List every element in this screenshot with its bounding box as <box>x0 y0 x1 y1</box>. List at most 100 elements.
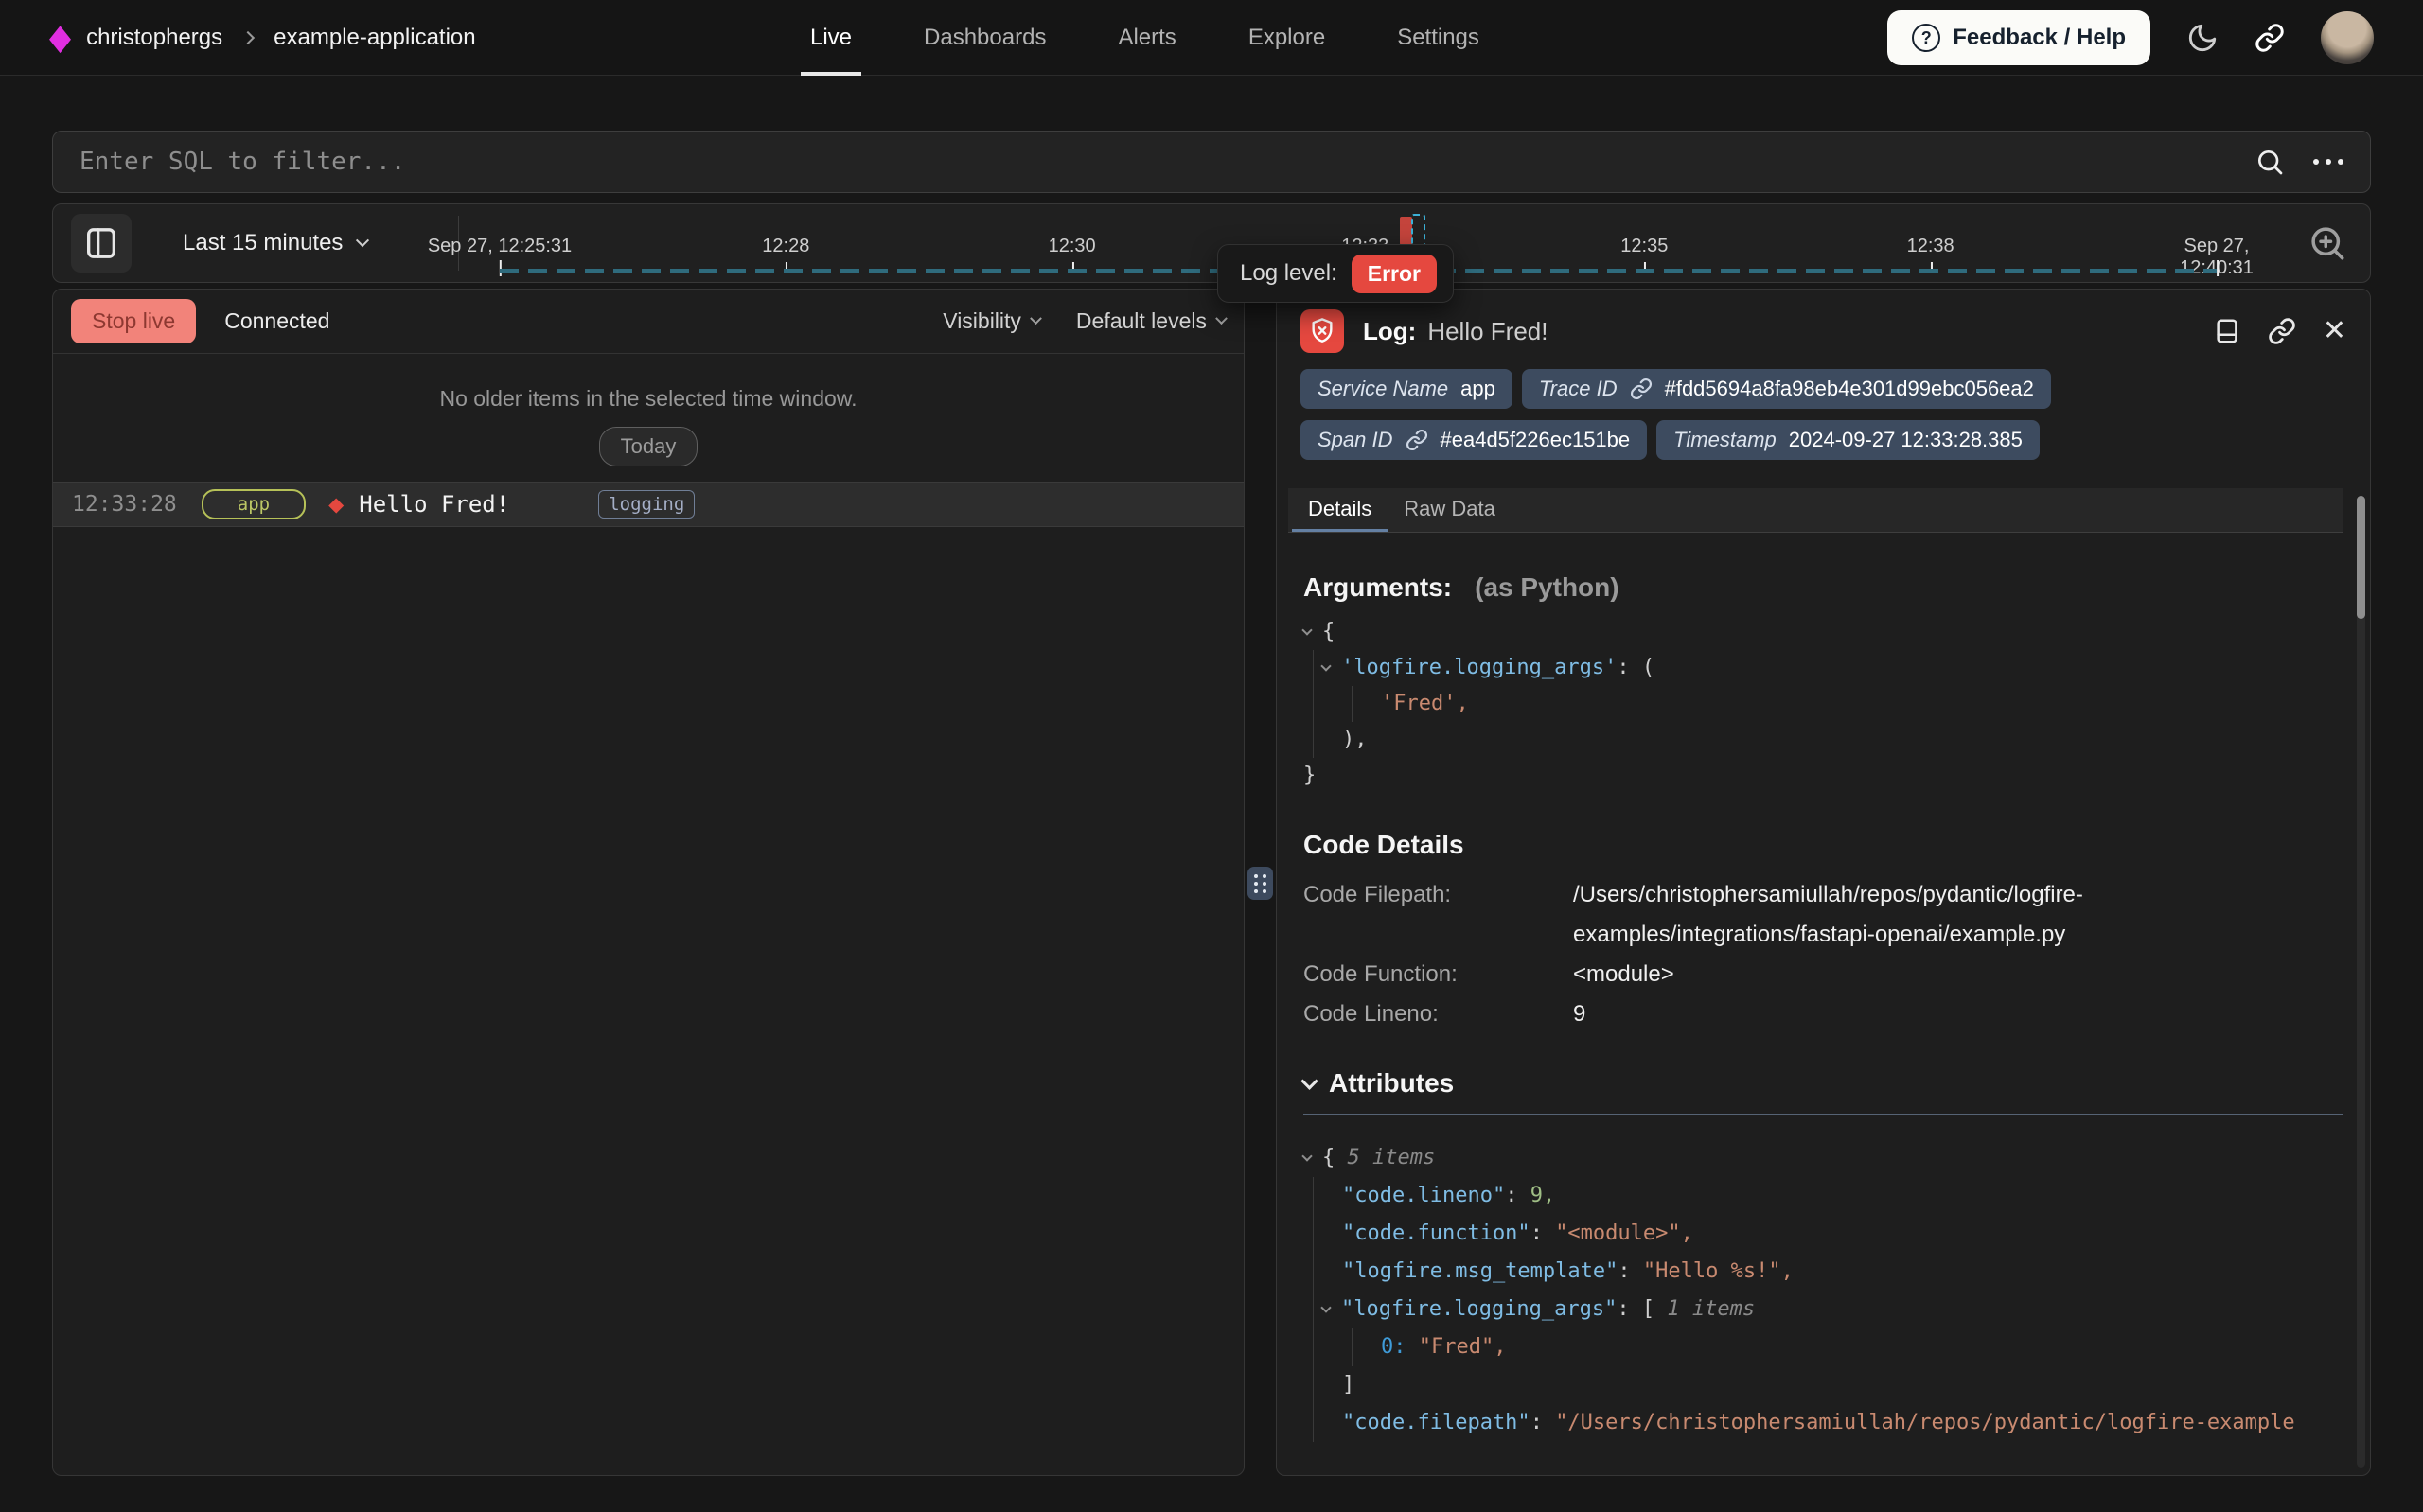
span-id-value: #ea4d5f226ec151be <box>1441 428 1631 452</box>
time-range-select[interactable]: Last 15 minutes <box>183 204 367 282</box>
tree-line: "code.filepath": "/Users/christophersami… <box>1342 1404 2343 1442</box>
nav-tab-dashboards[interactable]: Dashboards <box>914 0 1055 76</box>
sql-filter-bar <box>52 131 2371 193</box>
time-range-label: Last 15 minutes <box>183 230 343 256</box>
arguments-key: 'logfire.logging_args' <box>1341 656 1617 679</box>
tree-line[interactable]: "logfire.logging_args": [ 1 items <box>1342 1291 2343 1328</box>
attributes-heading[interactable]: Attributes <box>1303 1068 2343 1099</box>
tree-line: 'Fred', <box>1381 686 2343 722</box>
service-name-value: app <box>1460 377 1495 401</box>
visibility-dropdown[interactable]: Visibility <box>943 308 1040 334</box>
attributes-section: Attributes { 5 items "code.lineno": 9, "… <box>1303 1068 2343 1442</box>
dock-panel-button[interactable] <box>2213 316 2241 346</box>
nav-tab-live[interactable]: Live <box>801 0 861 76</box>
log-message: Hello Fred! <box>359 491 509 518</box>
tree-line: ] <box>1342 1366 2343 1404</box>
scrollbar[interactable] <box>2357 496 2365 1468</box>
item-count: 5 items <box>1348 1146 1436 1169</box>
sidebar-panel-icon <box>82 222 120 264</box>
log-row-selected[interactable]: 12:33:28 app ◆ Hello Fred! logging <box>53 482 1244 527</box>
main-nav: Live Dashboards Alerts Explore Settings <box>801 0 1489 76</box>
stop-live-button[interactable]: Stop live <box>71 299 196 343</box>
search-button[interactable] <box>2255 147 2285 177</box>
collapse-chevron-icon <box>1301 1151 1312 1161</box>
trace-id-label: Trace ID <box>1539 377 1618 401</box>
detail-title: Hello Fred! <box>1427 317 1548 346</box>
close-panel-button[interactable]: ✕ <box>2323 317 2346 345</box>
detail-title-prefix: Log: <box>1363 317 1416 346</box>
collapse-chevron-icon <box>1320 660 1331 671</box>
log-level-tooltip: Log level: Error <box>1217 244 1454 303</box>
dark-mode-toggle[interactable] <box>2186 22 2219 54</box>
copy-link-button[interactable] <box>2268 317 2296 345</box>
span-id-pill[interactable]: Span ID #ea4d5f226ec151be <box>1300 420 1647 460</box>
logging-tag[interactable]: logging <box>598 490 695 519</box>
code-filepath-value: /Users/christophersamiullah/repos/pydant… <box>1573 875 2184 955</box>
log-meta-badges: Service Name app Trace ID #fdd5694a8fa98… <box>1277 365 2370 460</box>
arguments-heading: Arguments:(as Python) <box>1303 572 2343 603</box>
log-detail-panel: Log: Hello Fred! ✕ Service Name app Trac… <box>1276 289 2371 1476</box>
code-function-row: Code Function: <module> <box>1303 955 2343 994</box>
link-icon <box>2268 317 2296 345</box>
timestamp-value: 2024-09-27 12:33:28.385 <box>1789 428 2023 452</box>
error-level-badge: Error <box>1352 255 1437 293</box>
breadcrumb-project[interactable]: example-application <box>274 25 475 51</box>
link-icon <box>1406 429 1428 451</box>
zoom-in-icon <box>2308 223 2347 263</box>
filepath-truncated-value: "/Users/christophersamiullah/repos/pydan… <box>1555 1411 2294 1434</box>
nav-tab-alerts[interactable]: Alerts <box>1108 0 1185 76</box>
nav-tab-settings[interactable]: Settings <box>1388 0 1489 76</box>
trace-id-pill[interactable]: Trace ID #fdd5694a8fa98eb4e301d99ebc056e… <box>1522 369 2051 409</box>
question-circle-icon: ? <box>1912 24 1940 52</box>
tree-line: "logfire.msg_template": "Hello %s!", <box>1342 1253 2343 1291</box>
chevron-down-icon <box>1215 312 1228 325</box>
empty-state: No older items in the selected time wind… <box>53 354 1244 466</box>
tree-line: ), <box>1342 722 2343 758</box>
share-link-button[interactable] <box>2255 23 2285 53</box>
code-filepath-row: Code Filepath: /Users/christophersamiull… <box>1303 875 2343 955</box>
link-icon <box>2255 23 2285 53</box>
timestamp-label: Timestamp <box>1673 428 1777 452</box>
tree-line: "code.function": "<module>", <box>1342 1215 2343 1253</box>
tree-line: 0: "Fred", <box>1381 1328 2343 1366</box>
tab-details[interactable]: Details <box>1292 488 1388 532</box>
item-count: 1 items <box>1667 1297 1755 1321</box>
breadcrumb: ◆ christophergs example-application <box>49 0 476 76</box>
dock-bottom-icon <box>2213 316 2241 346</box>
tree-line[interactable]: { 5 items <box>1303 1139 2343 1177</box>
tree-line[interactable]: { <box>1303 614 2343 650</box>
tree-line[interactable]: 'logfire.logging_args': ( <box>1342 650 2343 686</box>
code-details-heading: Code Details <box>1303 830 2343 860</box>
code-lineno-value: 9 <box>1573 994 1585 1034</box>
timeline-tick: 12:28 <box>762 236 809 257</box>
sidebar-toggle-button[interactable] <box>71 214 132 273</box>
link-icon <box>1630 378 1653 400</box>
empty-state-message: No older items in the selected time wind… <box>439 386 857 412</box>
live-panel-header: Stop live Connected Visibility Default l… <box>53 290 1244 354</box>
code-lineno-label: Code Lineno: <box>1303 994 1573 1034</box>
detail-panel-header: Log: Hello Fred! ✕ <box>1277 297 2370 365</box>
service-name-label: Service Name <box>1318 377 1448 401</box>
navbar-actions: ? Feedback / Help <box>1887 0 2374 76</box>
user-avatar[interactable] <box>2321 11 2374 64</box>
default-levels-dropdown[interactable]: Default levels <box>1076 308 1226 334</box>
chevron-down-icon <box>356 234 369 247</box>
scrollbar-thumb[interactable] <box>2357 496 2365 619</box>
code-filepath-label: Code Filepath: <box>1303 875 1573 955</box>
arguments-mode: (as Python) <box>1475 572 1618 603</box>
code-function-value: <module> <box>1573 955 1674 994</box>
service-badge[interactable]: app <box>202 489 306 519</box>
breadcrumb-org[interactable]: christophergs <box>86 25 222 51</box>
feedback-help-button[interactable]: ? Feedback / Help <box>1887 10 2150 65</box>
sql-filter-input[interactable] <box>80 148 2226 176</box>
nav-tab-explore[interactable]: Explore <box>1239 0 1335 76</box>
feedback-help-label: Feedback / Help <box>1953 25 2126 51</box>
more-options-button[interactable] <box>2313 159 2343 165</box>
tab-raw-data[interactable]: Raw Data <box>1388 488 1512 532</box>
chevron-right-icon <box>241 31 255 44</box>
logfire-logo-icon[interactable]: ◆ <box>49 20 71 56</box>
timeline-zoom-button[interactable] <box>2308 223 2347 263</box>
arguments-value: 'Fred', <box>1381 692 1469 715</box>
today-button[interactable]: Today <box>599 427 699 466</box>
panel-resize-handle[interactable] <box>1247 867 1273 900</box>
